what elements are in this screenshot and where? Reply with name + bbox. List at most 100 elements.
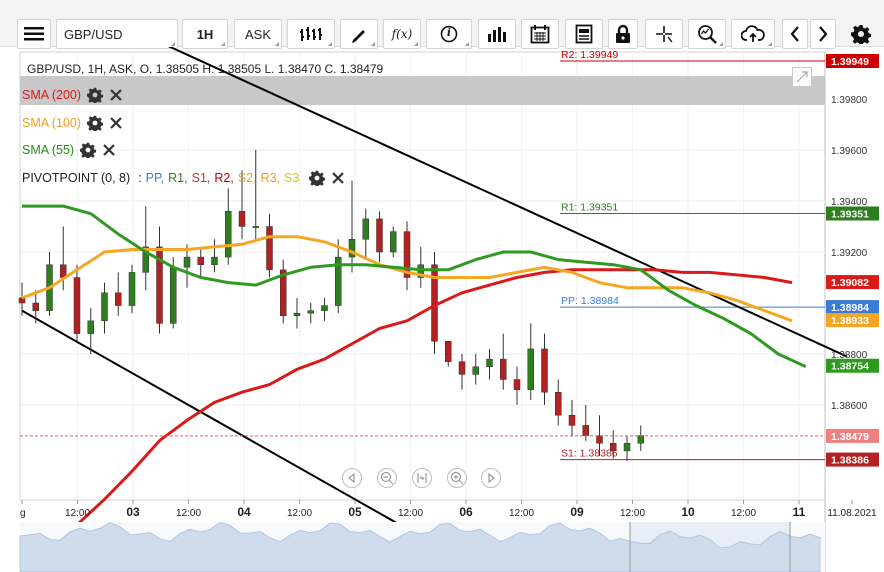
y-tick-label: 1.38600 bbox=[831, 401, 868, 412]
pencil-icon bbox=[352, 30, 365, 43]
x-tick-label: 12:00 bbox=[398, 508, 423, 519]
price-chart[interactable]: R2: 1.39949 R1: 1.39351 PP: 1.38984 S1: 1.3… bbox=[0, 47, 884, 572]
pivot-item-label: S3 bbox=[284, 171, 300, 185]
x-tick-label: 12:00 bbox=[287, 508, 312, 519]
news-button[interactable] bbox=[565, 19, 603, 49]
price-type-select[interactable]: ASK bbox=[234, 19, 282, 49]
sma200-label: SMA (200) bbox=[22, 88, 82, 102]
lock-button[interactable] bbox=[608, 19, 638, 49]
zoom-in-icon bbox=[450, 471, 464, 485]
candle-body bbox=[87, 320, 94, 334]
expand-icon bbox=[796, 71, 808, 83]
close-icon[interactable] bbox=[102, 143, 116, 157]
candle-body bbox=[197, 256, 204, 266]
candle-body bbox=[101, 292, 108, 322]
bar-chart-icon bbox=[488, 27, 506, 42]
crosshair-button[interactable] bbox=[645, 19, 683, 49]
indicators-button[interactable]: f(x) bbox=[383, 19, 421, 49]
gear-icon bbox=[851, 25, 871, 44]
candle-body bbox=[568, 414, 576, 426]
export-button[interactable] bbox=[731, 19, 775, 49]
scroll-left-button[interactable] bbox=[342, 468, 362, 488]
candle-body bbox=[183, 256, 191, 268]
document-icon bbox=[575, 24, 593, 44]
candle-body bbox=[390, 231, 397, 253]
gear-icon[interactable] bbox=[87, 115, 104, 131]
pivot-item-label: S1, bbox=[191, 171, 211, 185]
x-tick-label: 11.08.2021 bbox=[827, 508, 877, 519]
settings-button[interactable] bbox=[846, 19, 876, 49]
volume-button[interactable] bbox=[478, 19, 516, 49]
candle-body bbox=[362, 218, 369, 240]
price-tag-label: 1.39949 bbox=[831, 56, 869, 68]
x-tick-label: 12:00 bbox=[731, 508, 756, 519]
close-icon[interactable] bbox=[109, 88, 123, 102]
candle-body bbox=[307, 310, 314, 314]
zoom-out-button[interactable] bbox=[377, 468, 397, 488]
candle-body bbox=[486, 358, 493, 368]
next-button[interactable] bbox=[810, 19, 836, 49]
function-icon: f(x) bbox=[391, 27, 413, 41]
pivot-level-label-S1: S1: 1.38386 bbox=[561, 448, 618, 460]
zoom-in-button[interactable] bbox=[447, 468, 467, 488]
pivot-level-label-R1: R1: 1.39351 bbox=[561, 201, 618, 213]
chevron-right-icon bbox=[819, 26, 828, 42]
candle-body bbox=[73, 277, 81, 334]
zoom-button[interactable] bbox=[688, 19, 726, 49]
expand-button[interactable] bbox=[792, 67, 812, 87]
pivot-item-label: R2, bbox=[214, 171, 234, 185]
legend-highlight-band bbox=[20, 76, 825, 105]
chevron-left-icon bbox=[790, 26, 799, 42]
x-tick-label: 04 bbox=[237, 505, 251, 519]
pivot-level-label-PP: PP: 1.38984 bbox=[561, 295, 619, 307]
dropdown-corner-icon bbox=[371, 42, 375, 46]
lock-icon bbox=[616, 24, 630, 43]
y-axis: 1.398001.396001.394001.392001.388001.386… bbox=[826, 54, 879, 467]
info-button[interactable]: i bbox=[426, 19, 472, 49]
prev-button[interactable] bbox=[782, 19, 808, 49]
overview-navigator[interactable] bbox=[19, 522, 825, 572]
candle-body bbox=[252, 226, 259, 228]
legend-pivotpoint: PIVOTPOINT (0, 8) : PP, R1, S1, R2, S2, R3, S3 bbox=[22, 170, 345, 186]
gear-icon[interactable] bbox=[80, 142, 97, 158]
chart-type-button[interactable] bbox=[287, 19, 335, 49]
dropdown-corner-icon bbox=[328, 42, 332, 46]
candle-body bbox=[596, 435, 603, 444]
symbol-select[interactable]: GBP/USD bbox=[56, 19, 178, 49]
candle-body bbox=[472, 366, 479, 375]
draw-tool-button[interactable] bbox=[340, 19, 378, 49]
pivot-level-label-R2: R2: 1.39949 bbox=[561, 49, 618, 61]
close-icon[interactable] bbox=[331, 171, 345, 185]
x-tick-label: 05 bbox=[348, 505, 362, 519]
candle-body bbox=[445, 341, 452, 362]
pivot-item-label: S2, bbox=[237, 171, 257, 185]
candle-body bbox=[513, 379, 521, 390]
gear-icon[interactable] bbox=[87, 87, 104, 103]
close-icon[interactable] bbox=[109, 116, 123, 130]
candle-body bbox=[32, 302, 39, 311]
price-tag-label: 1.38479 bbox=[831, 431, 869, 443]
legend-sma100: SMA (100) bbox=[22, 115, 123, 131]
timeframe-select[interactable]: 1H bbox=[182, 19, 228, 49]
x-tick-label: 12:00 bbox=[176, 508, 201, 519]
pivot-separator: : bbox=[138, 171, 142, 185]
pivot-label: PIVOTPOINT (0, 8) bbox=[22, 171, 131, 185]
x-tick-label: 12:00 bbox=[620, 508, 645, 519]
candle-body bbox=[541, 348, 548, 393]
x-tick-label: 12:00 bbox=[509, 508, 534, 519]
gear-icon[interactable] bbox=[309, 170, 326, 186]
price-tag-label: 1.39351 bbox=[831, 208, 869, 220]
candle-body bbox=[376, 218, 383, 253]
y-tick-label: 1.39800 bbox=[831, 95, 868, 106]
hamburger-icon bbox=[24, 27, 44, 41]
calendar-button[interactable] bbox=[521, 19, 559, 49]
y-tick-label: 1.39400 bbox=[831, 197, 868, 208]
scroll-right-button[interactable] bbox=[481, 468, 501, 488]
crosshair-icon bbox=[656, 26, 673, 43]
candle-body bbox=[115, 292, 122, 306]
calendar-icon bbox=[530, 25, 550, 44]
x-tick-label: 06 bbox=[459, 505, 473, 519]
candle-body bbox=[225, 210, 232, 258]
menu-button[interactable] bbox=[17, 19, 51, 49]
reset-zoom-button[interactable] bbox=[412, 468, 432, 488]
